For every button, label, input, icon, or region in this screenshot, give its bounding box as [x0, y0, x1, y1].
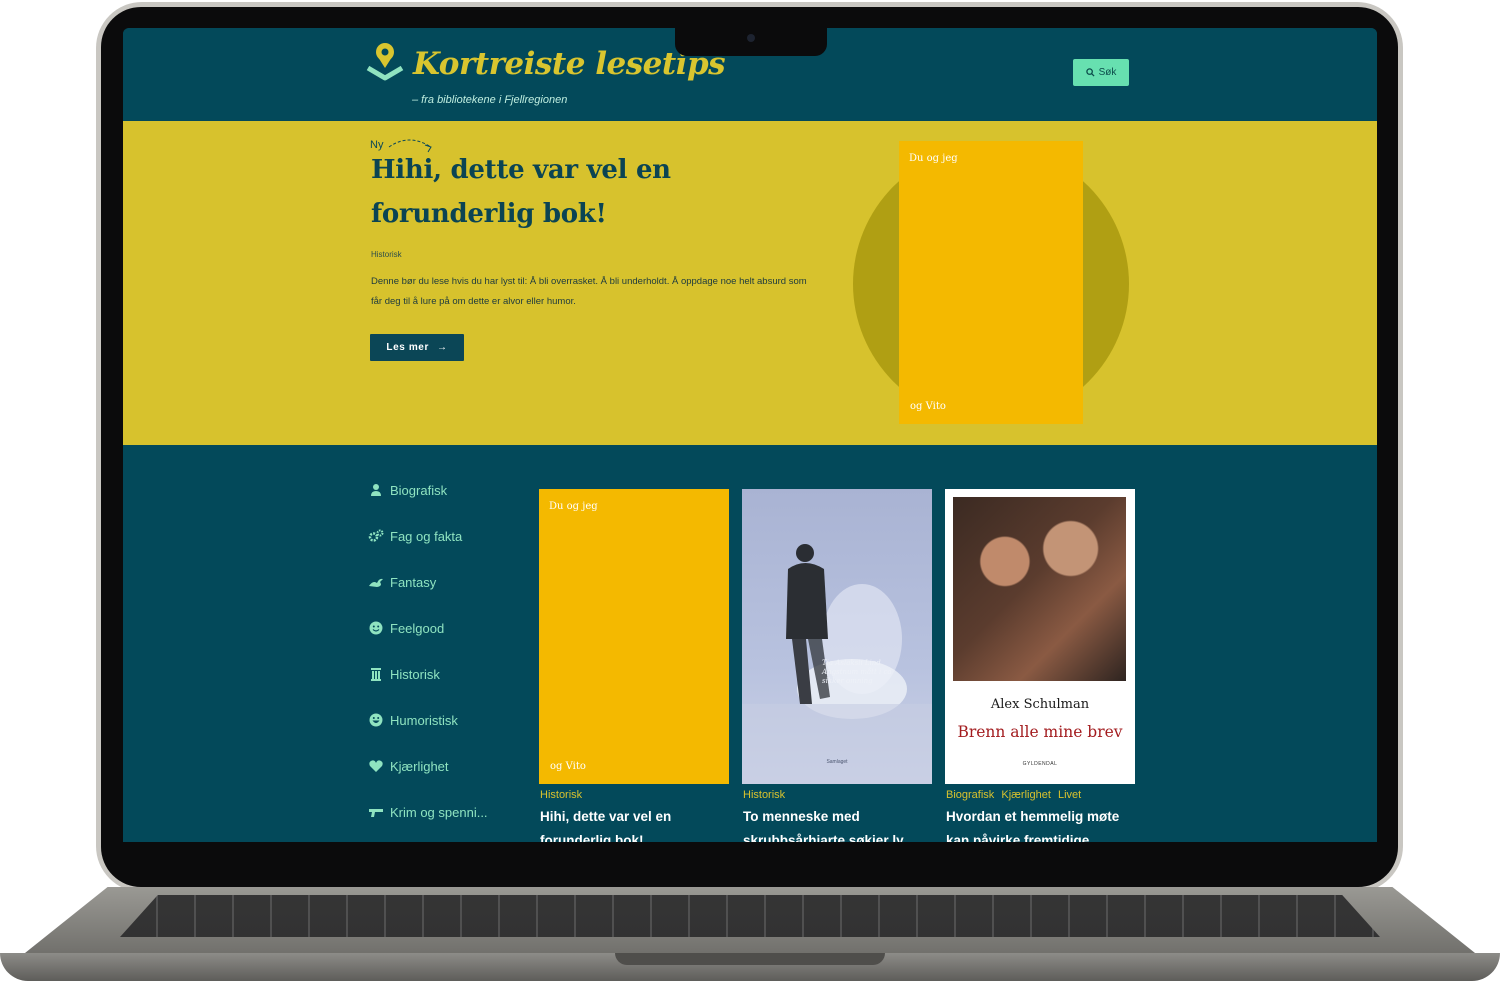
book-title[interactable]: Hvordan et hemmelig møte kan påvirke fre…: [946, 805, 1131, 842]
smile-icon: [369, 621, 383, 635]
hero-book-cover[interactable]: Du og jeg og Vito: [899, 141, 1083, 424]
walking-figure-illustration: [742, 544, 932, 784]
hero-title[interactable]: Hihi, dette var vel en forunderlig bok!: [371, 148, 831, 236]
site-subtitle: – fra bibliotekene i Fjellregionen: [412, 94, 568, 106]
genre-tag[interactable]: Livet: [1058, 789, 1081, 801]
laugh-icon: [369, 713, 383, 727]
map-pin-book-logo-icon[interactable]: [366, 40, 404, 84]
laptop-lid-grip: [615, 953, 885, 965]
book-genres: Historisk: [743, 789, 789, 801]
cover-photo: [953, 497, 1126, 681]
book-card[interactable]: Alex Schulman Brenn alle mine brev GYLDE…: [945, 489, 1135, 842]
book-title[interactable]: To menneske med skrubbsårhjarte søkjer l…: [743, 805, 928, 842]
heart-icon: [369, 760, 383, 772]
book-card[interactable]: Du og jeg og Vito Historisk Hihi, dette …: [539, 489, 729, 842]
laptop-screen: Kortreiste lesetips – fra bibliotekene i…: [123, 28, 1377, 842]
category-label: Fag og fakta: [390, 528, 463, 544]
category-label: Fantasy: [390, 574, 437, 590]
category-label: Biografisk: [390, 482, 448, 498]
search-button-label: Søk: [1098, 67, 1117, 78]
dragon-icon: [369, 578, 383, 587]
genre-tag[interactable]: Kjærlighet: [1001, 789, 1051, 801]
category-label: Feelgood: [390, 620, 445, 636]
hero-genre-tag[interactable]: Historisk: [371, 250, 402, 259]
read-more-button[interactable]: Les mer →: [370, 334, 464, 361]
featured-book-hero: Ny Hihi, dette var vel en forunderlig bo…: [123, 121, 1377, 445]
genre-tag[interactable]: Historisk: [743, 789, 785, 801]
cover-publisher: Samlaget: [826, 759, 848, 765]
cover-bottom-text: og Vito: [910, 401, 946, 412]
cover-publisher: GYLDENDAL: [1022, 761, 1058, 767]
cover-quote: Tia Aslaksli Lind Angstnum mått i ca sik…: [822, 659, 892, 685]
book-cover[interactable]: Du og jeg og Vito: [539, 489, 729, 784]
hero-description: Denne bør du lese hvis du har lyst til: …: [371, 276, 807, 307]
category-feelgood[interactable]: Feelgood: [368, 618, 444, 638]
search-button[interactable]: Søk: [1073, 59, 1129, 86]
cover-author: Alex Schulman: [990, 697, 1090, 712]
book-cover[interactable]: Alex Schulman Brenn alle mine brev GYLDE…: [945, 489, 1135, 784]
cover-bottom-text: og Vito: [550, 761, 586, 772]
laptop-base: [0, 887, 1500, 995]
category-label: Kjærlighet: [390, 758, 449, 774]
category-fag-og-fakta[interactable]: Fag og fakta: [368, 526, 462, 546]
book-genres: Historisk: [540, 789, 586, 801]
category-kjaerlighet[interactable]: Kjærlighet: [368, 756, 449, 776]
category-biografisk[interactable]: Biografisk: [368, 480, 447, 500]
category-label: Krim og spenni...: [390, 804, 488, 820]
genre-tag[interactable]: Biografisk: [946, 789, 994, 801]
category-label: Historisk: [390, 666, 440, 682]
category-krim-og-spenning[interactable]: Krim og spenni...: [368, 802, 488, 822]
camera-notch: [675, 28, 827, 56]
column-icon: [371, 668, 381, 681]
search-icon: [1085, 68, 1095, 77]
book-genres: Biografisk Kjærlighet Livet: [946, 789, 1085, 801]
book-cover[interactable]: Tia Aslaksli Lind Angstnum mått i ca sik…: [742, 489, 932, 784]
cover-top-text: Du og jeg: [549, 501, 598, 512]
category-historisk[interactable]: Historisk: [368, 664, 440, 684]
category-label: Humoristisk: [390, 712, 458, 728]
laptop-keyboard: [120, 895, 1380, 937]
gun-icon: [369, 809, 383, 817]
gears-icon: [368, 529, 384, 542]
genre-tag[interactable]: Historisk: [540, 789, 582, 801]
user-icon: [371, 484, 381, 496]
category-humoristisk[interactable]: Humoristisk: [368, 710, 458, 730]
cover-top-text: Du og jeg: [909, 153, 958, 164]
category-fantasy[interactable]: Fantasy: [368, 572, 436, 592]
cover-book-title: Brenn alle mine brev: [957, 723, 1123, 741]
camera-lens: [747, 34, 755, 42]
book-card[interactable]: Tia Aslaksli Lind Angstnum mått i ca sik…: [742, 489, 932, 842]
arrow-right-icon: →: [436, 342, 448, 353]
book-title[interactable]: Hihi, dette var vel en forunderlig bok!: [540, 805, 725, 842]
read-more-label: Les mer: [386, 342, 429, 353]
